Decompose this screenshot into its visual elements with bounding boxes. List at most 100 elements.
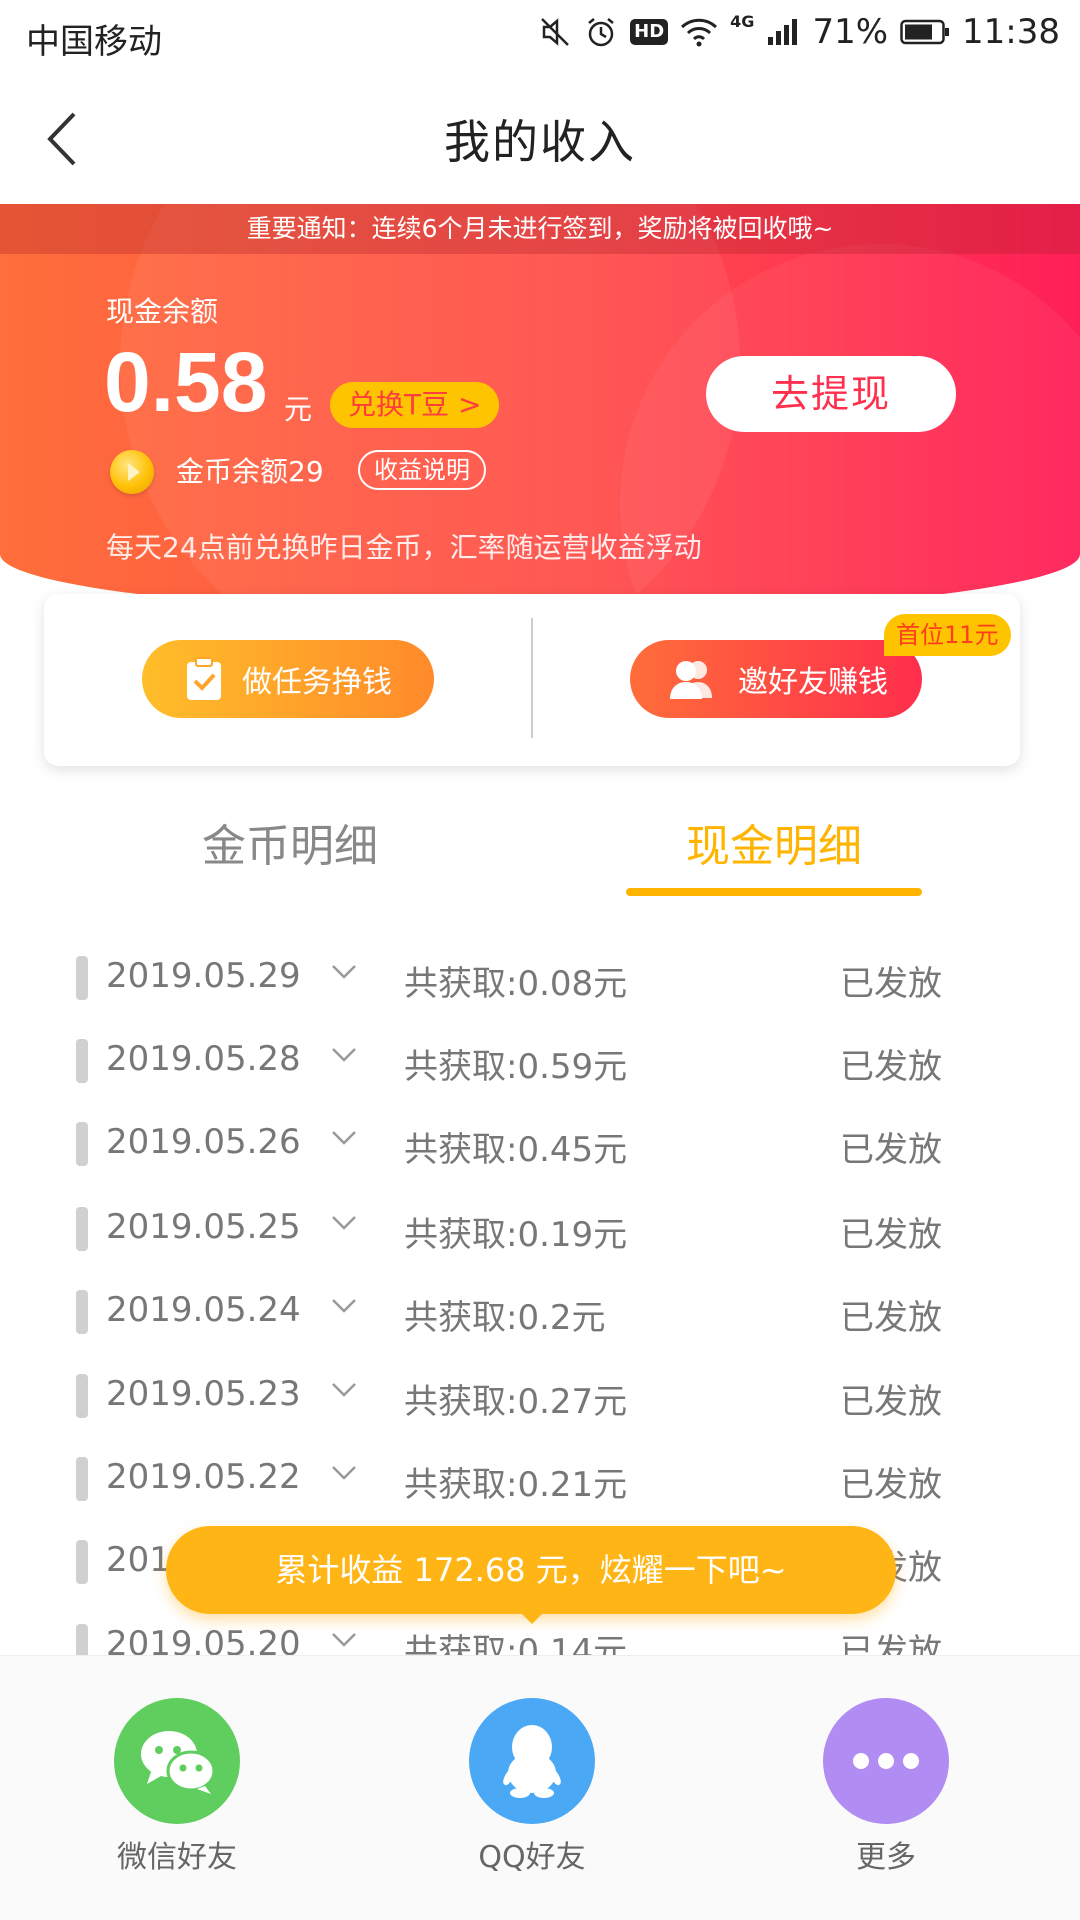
share-more-button[interactable]: 更多 xyxy=(786,1698,986,1876)
row-marker xyxy=(76,1540,88,1584)
row-marker xyxy=(76,956,88,1000)
record-status: 已发放 xyxy=(840,964,942,1004)
share-qq-button[interactable]: QQ好友 xyxy=(432,1698,632,1876)
detail-tabs: 金币明细 现金明细 xyxy=(0,810,1080,910)
share-bar: 微信好友 QQ好友 更多 xyxy=(0,1655,1080,1920)
coin-balance: 金币余额29 xyxy=(176,450,324,490)
record-status: 已发放 xyxy=(840,1215,942,1255)
record-amount: 共获取:0.08元 xyxy=(404,964,628,1004)
record-row[interactable]: 2019.05.22 共获取:0.21元 已发放 xyxy=(0,1441,1080,1521)
record-amount: 共获取:0.14元 xyxy=(404,1632,628,1655)
record-row[interactable]: 2019.05.29 共获取:0.08元 已发放 xyxy=(0,940,1080,1020)
network-type: 4G xyxy=(730,12,755,31)
active-tab-indicator xyxy=(626,888,922,896)
status-icons: HD 4G 71% 11:38 xyxy=(538,12,1060,52)
coin-balance-value: 29 xyxy=(288,455,324,488)
clipboard-check-icon xyxy=(187,657,221,700)
hd-badge: HD xyxy=(630,19,669,45)
earn-actions-card: 做任务挣钱 邀好友赚钱 首位11元 xyxy=(44,594,1020,766)
more-dots-icon xyxy=(823,1698,949,1824)
chevron-down-icon[interactable] xyxy=(330,960,358,984)
record-amount: 共获取:0.45元 xyxy=(404,1130,628,1170)
alarm-icon xyxy=(588,18,614,47)
cash-balance-label: 现金余额 xyxy=(106,295,219,328)
record-date: 2019.05.22 xyxy=(106,1457,301,1497)
record-status: 已发放 xyxy=(840,1632,942,1655)
share-more-label: 更多 xyxy=(856,1840,916,1875)
share-qq-label: QQ好友 xyxy=(478,1840,586,1875)
chevron-down-icon[interactable] xyxy=(330,1211,358,1235)
row-marker xyxy=(76,1374,88,1418)
record-date: 2019.05.20 xyxy=(106,1624,301,1655)
record-row[interactable]: 2019.05.28 共获取:0.59元 已发放 xyxy=(0,1023,1080,1103)
chevron-down-icon[interactable] xyxy=(330,1628,358,1652)
carrier-name: 中国移动 xyxy=(26,22,162,62)
record-row[interactable]: 2019.05.25 共获取:0.19元 已发放 xyxy=(0,1191,1080,1271)
app-header: 我的收入 xyxy=(0,76,1080,204)
record-date: 2019.05.26 xyxy=(106,1122,301,1162)
users-icon xyxy=(670,661,712,699)
invite-friends-button[interactable]: 邀好友赚钱 xyxy=(630,640,922,718)
share-wechat-button[interactable]: 微信好友 xyxy=(77,1698,277,1876)
wechat-icon xyxy=(114,1698,240,1824)
coin-balance-label: 金币余额 xyxy=(176,455,289,488)
record-status: 已发放 xyxy=(840,1047,942,1087)
exchange-hint: 每天24点前兑换昨日金币，汇率随运营收益浮动 xyxy=(106,531,702,564)
row-marker xyxy=(76,1457,88,1501)
record-row[interactable]: 2019.05.26 共获取:0.45元 已发放 xyxy=(0,1106,1080,1186)
row-marker xyxy=(76,1039,88,1083)
record-date: 2019.05.25 xyxy=(106,1207,301,1247)
chevron-down-icon[interactable] xyxy=(330,1378,358,1402)
card-divider xyxy=(531,618,533,738)
mute-icon xyxy=(541,18,570,46)
record-amount: 共获取:0.2元 xyxy=(404,1298,606,1338)
record-amount: 共获取:0.27元 xyxy=(404,1382,628,1422)
row-marker xyxy=(76,1624,88,1655)
income-page: 中国移动 HD 4G 71% 11:38 我的收入 重要通知：连续6个月未进行签… xyxy=(0,0,1080,1920)
invite-friends-label: 邀好友赚钱 xyxy=(738,665,888,700)
invite-reward-badge: 首位11元 xyxy=(884,614,1011,656)
chevron-down-icon[interactable] xyxy=(330,1294,358,1318)
record-status: 已发放 xyxy=(840,1130,942,1170)
record-date: 2019.05.24 xyxy=(106,1290,301,1330)
record-amount: 共获取:0.19元 xyxy=(404,1215,628,1255)
chevron-down-icon[interactable] xyxy=(330,1461,358,1485)
notice-banner: 重要通知：连续6个月未进行签到，奖励将被回收哦~ xyxy=(0,204,1080,254)
do-tasks-label: 做任务挣钱 xyxy=(242,665,392,700)
record-date: 2019.05.28 xyxy=(106,1039,301,1079)
chevron-down-icon[interactable] xyxy=(330,1043,358,1067)
record-date: 2019.05.23 xyxy=(106,1374,301,1414)
row-marker xyxy=(76,1207,88,1251)
record-row[interactable]: 2019.05.24 共获取:0.2元 已发放 xyxy=(0,1274,1080,1354)
withdraw-button[interactable]: 去提现 xyxy=(706,356,956,432)
balance-hero: 重要通知：连续6个月未进行签到，奖励将被回收哦~ 现金余额 0.58 元 兑换T… xyxy=(0,204,1080,614)
battery-percent: 71% xyxy=(812,12,889,52)
record-status: 已发放 xyxy=(840,1465,942,1505)
income-explanation-button[interactable]: 收益说明 xyxy=(358,450,486,490)
exchange-tbean-button[interactable]: 兑换T豆 > xyxy=(330,382,500,428)
record-amount: 共获取:0.59元 xyxy=(404,1047,628,1087)
record-status: 已发放 xyxy=(840,1382,942,1422)
tab-coin-details[interactable]: 金币明细 xyxy=(140,810,440,874)
clock-time: 11:38 xyxy=(962,12,1060,52)
tab-cash-details[interactable]: 现金明细 xyxy=(624,810,924,874)
record-row[interactable]: 2019.05.23 共获取:0.27元 已发放 xyxy=(0,1358,1080,1438)
record-amount: 共获取:0.21元 xyxy=(404,1465,628,1505)
do-tasks-button[interactable]: 做任务挣钱 xyxy=(142,640,434,718)
status-bar: 中国移动 HD 4G 71% 11:38 xyxy=(0,0,1080,76)
record-status: 已发放 xyxy=(840,1298,942,1338)
cash-balance-amount: 0.58 xyxy=(104,335,268,429)
toast-pointer xyxy=(516,1608,548,1624)
record-date: 2019.05.29 xyxy=(106,956,301,996)
wifi-icon xyxy=(681,18,718,47)
signal-icon xyxy=(768,19,798,45)
share-wechat-label: 微信好友 xyxy=(117,1840,237,1875)
row-marker xyxy=(76,1290,88,1334)
row-marker xyxy=(76,1122,88,1166)
battery-icon xyxy=(900,19,950,45)
page-title: 我的收入 xyxy=(444,115,636,169)
cash-balance-unit: 元 xyxy=(284,393,313,426)
cumulative-income-toast: 累计收益 172.68 元，炫耀一下吧~ xyxy=(166,1526,896,1614)
chevron-down-icon[interactable] xyxy=(330,1126,358,1150)
coin-icon xyxy=(110,450,154,494)
